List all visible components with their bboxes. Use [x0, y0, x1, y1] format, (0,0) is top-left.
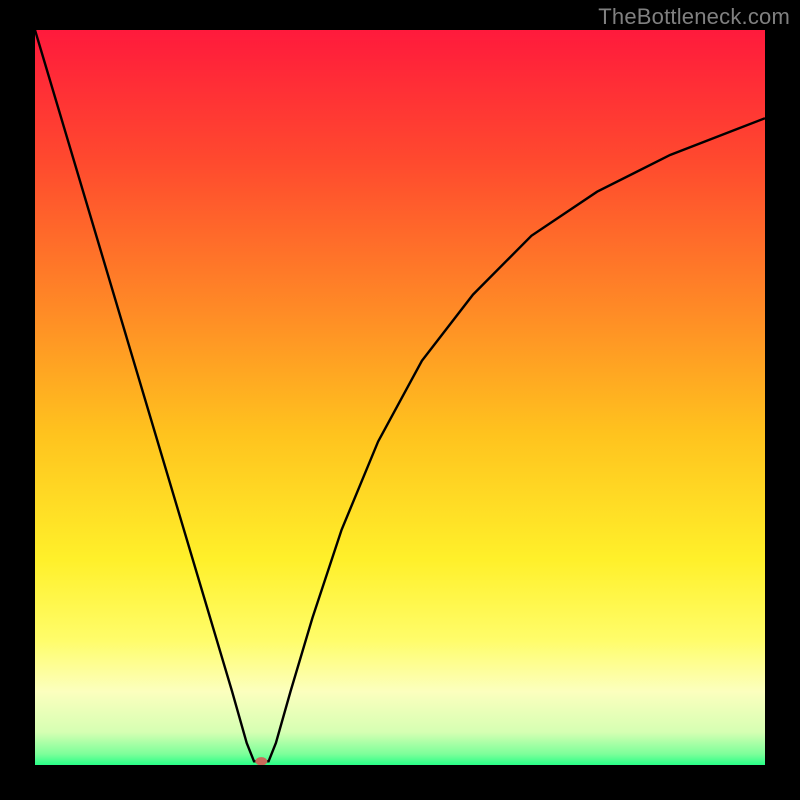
- chart-frame: TheBottleneck.com: [0, 0, 800, 800]
- watermark-text: TheBottleneck.com: [598, 4, 790, 30]
- plot-area: [35, 30, 765, 765]
- chart-svg: [35, 30, 765, 765]
